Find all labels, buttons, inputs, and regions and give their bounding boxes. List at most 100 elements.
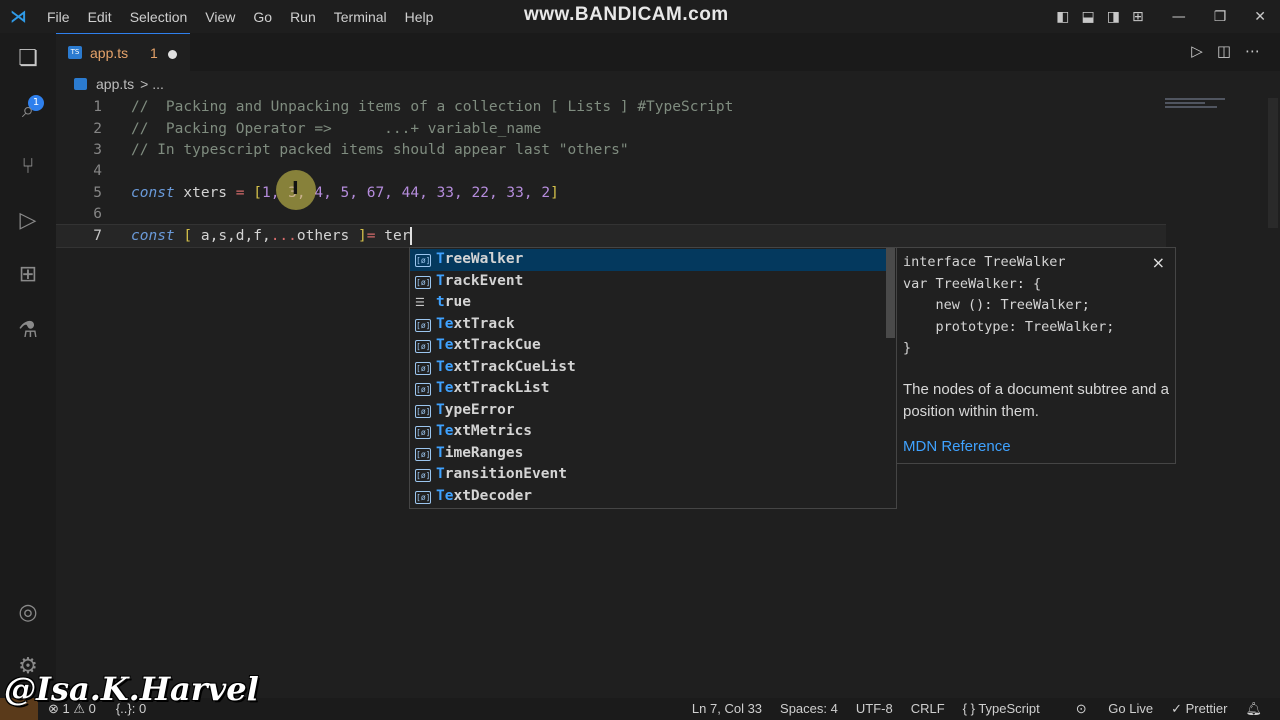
toggle-secondary-sidebar-icon[interactable]: ◨ xyxy=(1107,9,1120,25)
source-control-icon[interactable]: ⑂ xyxy=(12,151,44,183)
autocomplete-list: [ø] TreeWalker [ø] TrackEvent ☰ true [ø] TextTr… xyxy=(409,247,897,509)
vertical-scrollbar[interactable] xyxy=(1268,98,1278,228)
suggestion-label: TransitionEvent xyxy=(436,464,567,486)
line-number: 5 xyxy=(93,185,102,201)
prettier-status[interactable]: ✓ Prettier xyxy=(1171,701,1227,717)
code-line: 1 // Packing and Unpacking items of a co… xyxy=(56,96,1166,118)
code-line: 5 const xters = [1, 3, 4, 5, 67, 44, 33,… xyxy=(56,182,1166,204)
suggestion-item[interactable]: [ø] TransitionEvent xyxy=(410,464,886,486)
menu-selection[interactable]: Selection xyxy=(121,9,197,25)
suggestion-scrollbar[interactable] xyxy=(886,248,895,338)
keyword-icon: ☰ xyxy=(415,296,425,309)
type-signature: interface TreeWalker var TreeWalker: { n… xyxy=(903,254,1115,356)
toggle-sidebar-icon[interactable]: ◧ xyxy=(1056,9,1069,25)
suggestion-item[interactable]: [ø] TextTrackCueList xyxy=(410,357,886,379)
variable-icon: [ø] xyxy=(415,383,431,396)
description: The nodes of a document subtree and a po… xyxy=(903,381,1170,420)
label-rest: xtDecoder xyxy=(453,487,533,504)
suggestion-item[interactable]: ☰ true xyxy=(410,292,886,314)
vscode-logo-icon: ⋊ xyxy=(10,7,27,27)
run-icon[interactable]: ▷ xyxy=(1191,42,1203,60)
match-highlight: T xyxy=(436,466,445,482)
line-number: 2 xyxy=(93,121,102,137)
testing-icon[interactable]: ⚗ xyxy=(12,315,44,347)
indentation[interactable]: Spaces: 4 xyxy=(780,701,838,717)
menu-run[interactable]: Run xyxy=(281,9,325,25)
accounts-icon[interactable]: ◎ xyxy=(12,597,44,629)
suggestion-item[interactable]: [ø] TextTrackList xyxy=(410,378,886,400)
customize-layout-icon[interactable]: ⊞ xyxy=(1132,9,1144,25)
layout-controls: ◧ ⬓ ◨ ⊞ — ❐ ✕ xyxy=(1050,0,1280,33)
restore-icon[interactable]: ❐ xyxy=(1214,9,1227,25)
typed-text: ter xyxy=(375,228,411,244)
label-rest: ransitionEvent xyxy=(444,466,567,482)
explorer-icon[interactable]: ❏ xyxy=(12,43,44,75)
search-icon[interactable]: ⌕ xyxy=(12,95,44,127)
run-debug-icon[interactable]: ▷ xyxy=(12,205,44,237)
match-highlight: T xyxy=(436,401,445,418)
encoding[interactable]: UTF-8 xyxy=(856,701,893,717)
tab-app-ts[interactable]: TS app.ts 1 xyxy=(56,33,190,72)
end-of-line[interactable]: CRLF xyxy=(911,701,945,717)
label-rest: xtMetrics xyxy=(453,423,533,439)
suggestion-item[interactable]: [ø] TextMetrics xyxy=(410,421,886,443)
suggestion-label: TextTrackList xyxy=(436,378,550,400)
language-mode[interactable]: { } TypeScript xyxy=(963,701,1040,717)
suggestion-item[interactable]: [ø] TextTrack xyxy=(410,314,886,336)
suggestion-item[interactable]: [ø] TreeWalker xyxy=(410,249,886,271)
suggestion-item[interactable]: [ø] TextDecoder xyxy=(410,486,886,508)
go-live-label: Go Live xyxy=(1108,701,1154,716)
breadcrumb-file[interactable]: app.ts xyxy=(96,76,134,92)
unsaved-dot-icon[interactable] xyxy=(168,50,177,59)
tab-problem-count: 1 xyxy=(150,45,158,61)
suggestion-item[interactable]: [ø] TextTrackCue xyxy=(410,335,886,357)
suggestion-label: TypeError xyxy=(436,400,515,422)
broadcast-icon: ⊙ xyxy=(1075,701,1091,716)
label-rest: xtTrack xyxy=(453,315,515,332)
suggestion-label: TextTrack xyxy=(436,314,515,336)
close-icon[interactable]: × xyxy=(1152,253,1165,272)
menu-view[interactable]: View xyxy=(196,9,244,25)
menu-help[interactable]: Help xyxy=(396,9,443,25)
minimap[interactable] xyxy=(1165,98,1231,112)
match-highlight: Te xyxy=(436,423,454,439)
menu-terminal[interactable]: Terminal xyxy=(325,9,396,25)
label-rest: xtTrackCue xyxy=(453,337,541,353)
menu-bar: File Edit Selection View Go Run Terminal… xyxy=(38,0,442,33)
typescript-file-icon: TS xyxy=(68,46,82,59)
variable-icon: [ø] xyxy=(415,404,431,418)
menu-file[interactable]: File xyxy=(38,9,79,25)
toggle-panel-icon[interactable]: ⬓ xyxy=(1082,9,1095,25)
suggestion-item[interactable]: [ø] TypeError xyxy=(410,400,886,422)
label-rest: rue xyxy=(444,294,471,310)
mdn-reference-link[interactable]: MDN Reference xyxy=(903,438,1011,455)
suggestion-label: TextMetrics xyxy=(436,421,532,443)
minimize-icon[interactable]: — xyxy=(1172,9,1186,25)
identifier: others xyxy=(296,228,359,244)
suggestion-label: true xyxy=(436,292,471,314)
suggestion-label: TreeWalker xyxy=(436,249,523,271)
extensions-icon[interactable]: ⊞ xyxy=(12,259,44,291)
menu-go[interactable]: Go xyxy=(244,9,281,25)
suggestion-item[interactable]: [ø] TimeRanges xyxy=(410,443,886,465)
suggestion-details: interface TreeWalker var TreeWalker: { n… xyxy=(896,247,1176,464)
code-line: 3 // In typescript packed items should a… xyxy=(56,139,1166,161)
recorder-watermark: www.BANDICAM.com xyxy=(524,4,729,25)
cursor-position[interactable]: Ln 7, Col 33 xyxy=(692,701,762,717)
keyword: const xyxy=(131,185,175,201)
identifier: a,s,d,f, xyxy=(200,228,271,244)
bracket: [ xyxy=(174,228,201,244)
line-number: 7 xyxy=(93,228,102,244)
more-actions-icon[interactable]: ⋯ xyxy=(1245,42,1260,60)
close-window-icon[interactable]: ✕ xyxy=(1254,9,1266,25)
notifications-bell-icon[interactable]: 🔔︎ xyxy=(1245,701,1262,717)
status-right: Ln 7, Col 33 Spaces: 4 UTF-8 CRLF { } Ty… xyxy=(674,701,1262,717)
suggestion-item[interactable]: [ø] TrackEvent xyxy=(410,271,886,293)
go-live-button[interactable]: ⊙ Go Live xyxy=(1058,701,1153,717)
text-cursor-icon: I xyxy=(292,178,299,199)
breadcrumb: app.ts > ... xyxy=(74,76,164,92)
menu-edit[interactable]: Edit xyxy=(79,9,121,25)
breadcrumb-rest[interactable]: > ... xyxy=(140,76,164,92)
keyword: const xyxy=(131,228,175,244)
split-editor-icon[interactable]: ◫ xyxy=(1217,42,1231,60)
